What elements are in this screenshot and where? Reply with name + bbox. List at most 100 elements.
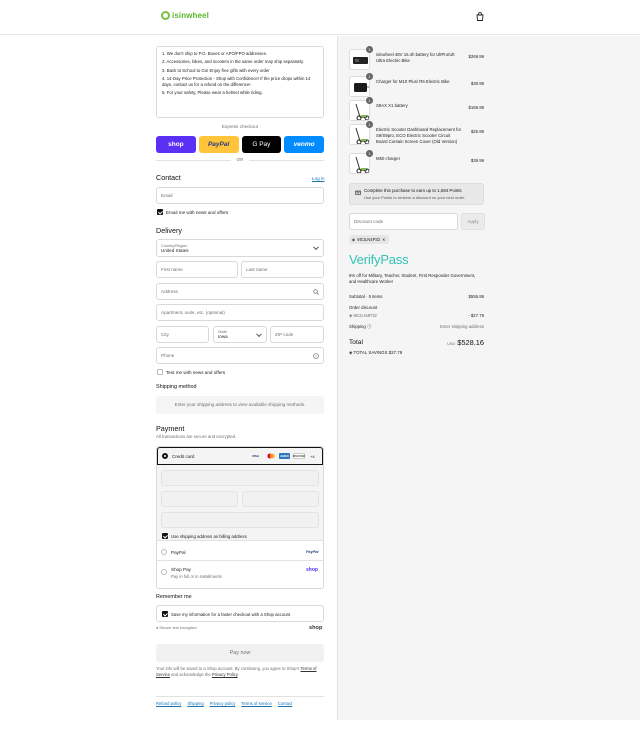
shipping-value: Enter shipping address bbox=[440, 324, 484, 329]
brand-name: isinwheel bbox=[172, 11, 209, 20]
cart-item: 1 Charger for M10 Plus/ R6 Electric Bike… bbox=[349, 73, 485, 98]
save-info-checkbox[interactable] bbox=[162, 611, 168, 617]
payment-subtitle: All transactions are secure and encrypte… bbox=[156, 434, 237, 439]
credit-card-radio[interactable] bbox=[162, 453, 168, 459]
applied-code: 9ICILN4P32 bbox=[357, 237, 381, 242]
venmo-button[interactable]: venmo bbox=[284, 136, 324, 153]
login-link[interactable]: Log in bbox=[312, 176, 325, 181]
quantity-badge: 1 bbox=[366, 46, 373, 53]
points-title: Complete this purchase to earn up to 1,5… bbox=[364, 188, 462, 193]
email-news-checkbox[interactable] bbox=[157, 209, 163, 215]
text-news-label: Text me with news and offers bbox=[166, 369, 226, 375]
remove-discount-icon[interactable]: ✕ bbox=[382, 237, 386, 242]
points-sub: Use your Points to redeem a discount on … bbox=[364, 195, 466, 200]
contact-heading: Contact bbox=[156, 173, 181, 182]
card-number-field[interactable] bbox=[161, 470, 319, 486]
google-pay-button[interactable]: G Pay bbox=[241, 136, 282, 153]
item-price: $25.99 bbox=[470, 129, 484, 134]
brand-logo[interactable]: isinwheel bbox=[161, 11, 209, 20]
item-name: M60 charger bbox=[376, 156, 401, 161]
text-news-checkbox[interactable] bbox=[157, 369, 163, 375]
help-icon[interactable]: ⓘ bbox=[367, 324, 371, 329]
privacy-policy-link[interactable]: Privacy policy bbox=[210, 701, 236, 706]
help-icon[interactable]: ? bbox=[313, 353, 319, 359]
credit-card-option[interactable]: Credit card VISA AMEX DISCOVER +4 bbox=[157, 447, 323, 465]
paypal-logo: PayPal bbox=[306, 550, 319, 554]
notice-item: 1. We don't ship to P.O. Boxes or APO/FP… bbox=[162, 51, 268, 56]
shipping-label-text: Shipping bbox=[349, 324, 366, 329]
pay-now-button[interactable]: Pay now bbox=[156, 644, 324, 662]
paypal-option-label[interactable]: PayPal bbox=[171, 550, 186, 555]
phone-field[interactable]: Phone ? bbox=[156, 347, 324, 364]
discount-amount: - $27.79 bbox=[468, 313, 484, 318]
fine-print-text: . bbox=[237, 672, 239, 677]
shop-logo: shop bbox=[309, 625, 323, 631]
shopping-bag-icon[interactable] bbox=[476, 12, 484, 21]
chevron-down-icon bbox=[256, 330, 262, 337]
shop-pay-sub: Pay in full or in installments bbox=[171, 574, 222, 579]
security-code-field[interactable] bbox=[242, 491, 319, 507]
svg-text:?: ? bbox=[315, 354, 317, 358]
remember-box: Save my information for a faster checkou… bbox=[156, 605, 324, 622]
paypal-radio[interactable] bbox=[161, 549, 167, 555]
total-label: Total bbox=[349, 339, 363, 346]
remember-heading: Remember me bbox=[156, 594, 192, 600]
contact-link[interactable]: Contact bbox=[278, 701, 292, 706]
or-divider: OR bbox=[156, 157, 324, 163]
first-name-field[interactable]: First name bbox=[156, 261, 238, 278]
phone-placeholder: Phone bbox=[161, 353, 175, 358]
state-select[interactable]: State Iowa bbox=[213, 326, 267, 343]
footer-divider bbox=[156, 696, 324, 697]
discount-code-field[interactable]: Discount code bbox=[349, 213, 458, 230]
item-name: S9AX X1 battery bbox=[376, 103, 408, 108]
country-select[interactable]: Country/Region United States bbox=[156, 239, 324, 257]
shop-pay-radio[interactable] bbox=[161, 569, 167, 575]
refund-policy-link[interactable]: Refund policy bbox=[156, 701, 181, 706]
email-field[interactable]: Email bbox=[156, 187, 324, 204]
privacy-link[interactable]: Privacy Policy bbox=[212, 672, 238, 677]
express-buttons: shop PayPal G Pay venmo bbox=[156, 136, 324, 153]
paypal-button[interactable]: PayPal bbox=[198, 136, 239, 153]
state-value: Iowa bbox=[218, 334, 228, 339]
address-field[interactable]: Address bbox=[156, 283, 324, 300]
visa-icon: VISA bbox=[251, 454, 259, 458]
fine-print-text: Your info will be saved to a Shop accoun… bbox=[156, 666, 301, 671]
item-name: Electric Scooter Dashboard Replacement f… bbox=[376, 127, 462, 144]
city-field[interactable]: City bbox=[156, 326, 209, 343]
apartment-field[interactable]: Apartment, suite, etc. (optional) bbox=[156, 304, 324, 321]
verifypass-description: 6% off for Military, Teacher, Student, F… bbox=[349, 273, 476, 284]
expiration-field[interactable] bbox=[161, 491, 238, 507]
quantity-badge: 1 bbox=[366, 150, 373, 157]
cart-item: 1 S9AX X1 battery $169.99 bbox=[349, 97, 485, 122]
savings-label: TOTAL SAVINGS bbox=[353, 350, 388, 355]
chevron-down-icon bbox=[313, 244, 319, 251]
shop-pay-button[interactable]: shop bbox=[156, 136, 196, 153]
verifypass-logo[interactable]: VerifyPass bbox=[349, 252, 409, 267]
applied-discount-tag: ◈ 9ICILN4P32 ✕ bbox=[349, 235, 389, 244]
payment-heading: Payment bbox=[156, 424, 185, 433]
discover-icon: DISCOVER bbox=[292, 453, 306, 459]
billing-same-checkbox[interactable] bbox=[162, 533, 168, 539]
country-value: United States bbox=[161, 247, 189, 253]
shipping-label: Shipping ⓘ bbox=[349, 324, 371, 330]
gift-icon bbox=[355, 190, 361, 195]
store-notice: 1. We don't ship to P.O. Boxes or APO/FP… bbox=[156, 46, 324, 118]
notice-item: 2. Accessories, bikes, and scooters in t… bbox=[162, 59, 305, 65]
apply-button[interactable]: Apply bbox=[461, 213, 485, 230]
item-name: Charger for M10 Plus/ R6 Electric Bike bbox=[376, 79, 450, 84]
savings-value: $27.79 bbox=[388, 350, 403, 355]
subtotal-label: Subtotal · 5 items bbox=[349, 294, 383, 299]
quantity-badge: 1 bbox=[366, 73, 373, 80]
save-info-label: Save my information for a faster checkou… bbox=[171, 611, 291, 617]
last-name-field[interactable]: Last name bbox=[241, 261, 324, 278]
shipping-link[interactable]: Shipping bbox=[187, 701, 203, 706]
address-placeholder: Address bbox=[161, 289, 178, 294]
zip-field[interactable]: ZIP code bbox=[270, 326, 324, 343]
item-name: isinwheel 48V 16.4h battery for UltPro/U… bbox=[376, 52, 455, 63]
discount-code-row: ◈ 9ICILN4P32 bbox=[349, 313, 377, 319]
shop-pay-label[interactable]: Shop Pay bbox=[171, 567, 191, 572]
item-price: $39.99 bbox=[470, 81, 484, 86]
terms-of-service-link[interactable]: Terms of service bbox=[241, 701, 271, 706]
name-on-card-field[interactable] bbox=[161, 512, 319, 528]
shop-pay-logo: shop bbox=[306, 567, 318, 573]
